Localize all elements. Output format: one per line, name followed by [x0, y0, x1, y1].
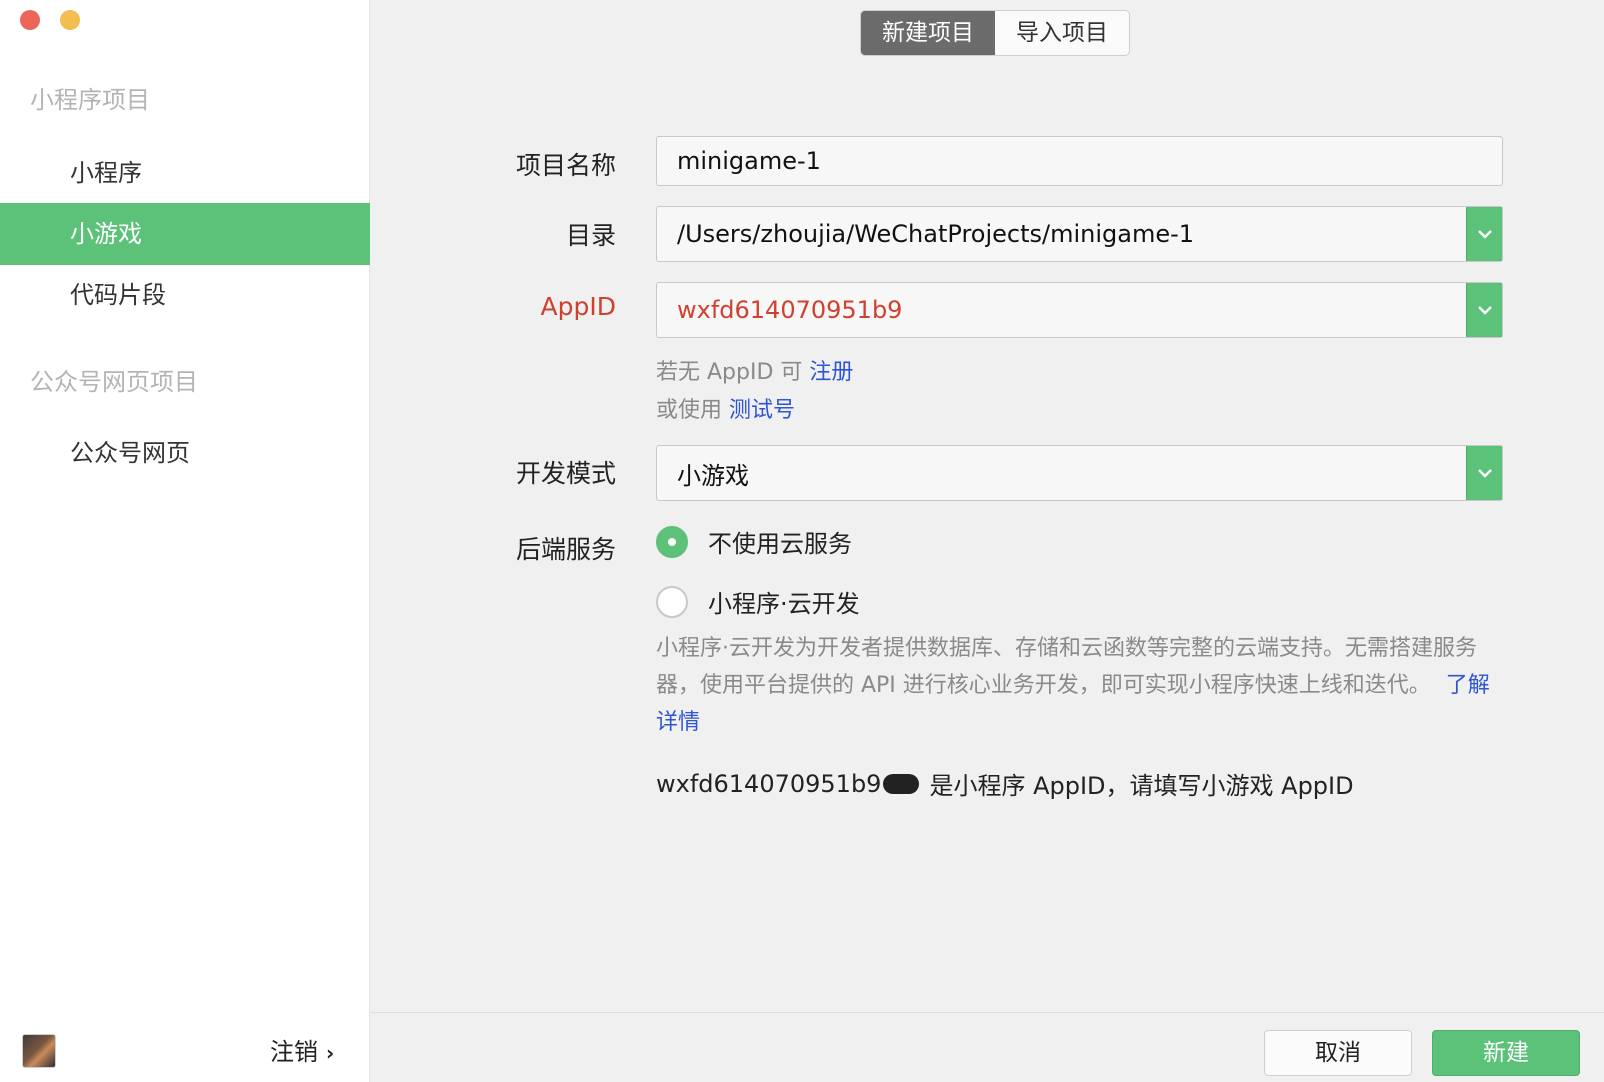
notice-message: 是小程序 AppID，请填写小游戏 AppID — [929, 772, 1354, 800]
backend-option-none[interactable]: 不使用云服务 — [656, 524, 852, 559]
tab-import-project[interactable]: 导入项目 — [995, 11, 1129, 55]
chevron-down-icon[interactable] — [1466, 283, 1502, 337]
directory-label: 目录 — [565, 221, 616, 250]
redacted-mark — [883, 773, 920, 794]
close-window-icon[interactable] — [20, 10, 40, 30]
avatar[interactable] — [22, 1034, 56, 1068]
test-account-link[interactable]: 测试号 — [729, 398, 795, 423]
chevron-down-icon[interactable] — [1466, 446, 1502, 500]
sidebar-item-code-snippet[interactable]: 代码片段 — [0, 264, 370, 326]
backend-option-none-label: 不使用云服务 — [708, 530, 852, 558]
backend-option-cloud[interactable]: 小程序·云开发 — [656, 584, 860, 619]
register-link[interactable]: 注册 — [809, 360, 853, 385]
radio-unselected-icon[interactable] — [656, 585, 688, 618]
chevron-right-icon: › — [326, 1041, 335, 1065]
project-name-label: 项目名称 — [515, 151, 616, 180]
backend-option-cloud-label: 小程序·云开发 — [708, 590, 860, 618]
logout-label: 注销 — [270, 1038, 318, 1066]
or-use-text: 或使用 — [656, 398, 723, 423]
sidebar-section-official-account: 公众号网页项目 — [30, 368, 198, 396]
sidebar-section-miniprogram: 小程序项目 — [30, 86, 150, 114]
notice-appid: wxfd614070951b9 — [656, 769, 882, 798]
appid-error-notice: wxfd614070951b9 是小程序 AppID，请填写小游戏 AppID — [656, 766, 1354, 801]
sidebar-item-minigame[interactable]: 小游戏 — [0, 203, 370, 265]
appid-label: AppID — [540, 292, 616, 321]
logout-button[interactable]: 注销 › — [270, 1032, 334, 1067]
appid-hint-text: 若无 AppID 可 — [656, 360, 803, 385]
appid-select[interactable]: wxfd614070951b9 — [656, 282, 1503, 338]
cloud-description-text: 小程序·云开发为开发者提供数据库、存储和云函数等完整的云端支持。无需搭建服务器，… — [656, 636, 1477, 698]
create-button[interactable]: 新建 — [1432, 1030, 1580, 1076]
dev-mode-select[interactable]: 小游戏 — [656, 445, 1503, 501]
cloud-description: 小程序·云开发为开发者提供数据库、存储和云函数等完整的云端支持。无需搭建服务器，… — [656, 630, 1496, 741]
sidebar: 小程序项目 小程序 小游戏 代码片段 公众号网页项目 公众号网页 注销 › — [0, 0, 370, 1082]
cancel-button[interactable]: 取消 — [1264, 1030, 1412, 1076]
appid-hint-register: 若无 AppID 可 注册 — [656, 354, 853, 386]
appid-hint-test: 或使用 测试号 — [656, 392, 795, 424]
project-name-value: minigame-1 — [677, 147, 821, 175]
dev-mode-label: 开发模式 — [515, 459, 616, 488]
directory-value: /Users/zhoujia/WeChatProjects/minigame-1 — [677, 220, 1195, 248]
project-type-tabs: 新建项目 导入项目 — [860, 10, 1130, 56]
sidebar-item-miniprogram[interactable]: 小程序 — [0, 142, 370, 204]
sidebar-item-official-account-web[interactable]: 公众号网页 — [0, 422, 370, 484]
directory-select[interactable]: /Users/zhoujia/WeChatProjects/minigame-1 — [656, 206, 1503, 262]
minimize-window-icon[interactable] — [60, 10, 80, 30]
tab-new-project[interactable]: 新建项目 — [861, 11, 995, 55]
project-name-input[interactable]: minigame-1 — [656, 136, 1503, 186]
appid-value: wxfd614070951b9 — [677, 296, 903, 324]
chevron-down-icon[interactable] — [1466, 207, 1502, 261]
footer-bar — [370, 1012, 1604, 1082]
backend-label: 后端服务 — [515, 535, 616, 564]
radio-selected-icon[interactable] — [656, 525, 688, 558]
dev-mode-value: 小游戏 — [677, 461, 749, 490]
